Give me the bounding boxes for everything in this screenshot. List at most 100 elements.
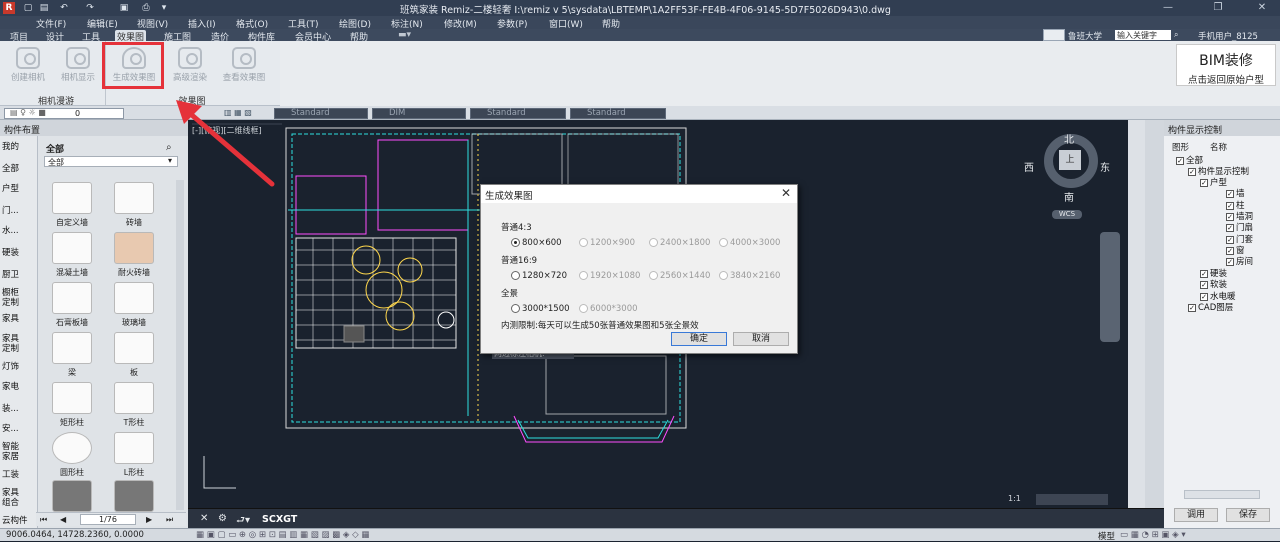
close-icon[interactable]: ✕ <box>1240 0 1280 16</box>
redo-icon[interactable]: ↷ <box>84 2 96 14</box>
minimize-icon[interactable]: — <box>1146 0 1190 16</box>
save-icon[interactable]: ▣ <box>118 2 130 14</box>
tree-item[interactable]: ✓ 户型 <box>1200 176 1227 188</box>
search-input[interactable]: 输入关键字 <box>1115 30 1171 40</box>
category-item[interactable]: 家具组合 <box>2 488 24 508</box>
quick-access-dropdown-icon[interactable]: ▾ <box>158 2 170 14</box>
category-item[interactable]: 装... <box>2 404 36 414</box>
wcs-button[interactable]: WCS <box>1052 210 1082 219</box>
print-icon[interactable]: ⎙ <box>140 2 152 14</box>
category-item[interactable]: 全部 <box>2 164 36 174</box>
close-icon[interactable]: ✕ <box>200 513 208 524</box>
category-item[interactable]: 工装 <box>2 470 36 480</box>
component-tile[interactable]: 板 <box>104 332 164 380</box>
resolution-option[interactable]: 1280×720 <box>511 271 567 281</box>
category-item[interactable]: 硬装 <box>2 248 36 258</box>
camera-display-button[interactable]: 相机显示 <box>54 45 102 91</box>
create-camera-button[interactable]: 创建相机 <box>4 45 52 91</box>
model-tab[interactable]: 模型 <box>1098 530 1115 542</box>
resolution-option[interactable]: 3840×2160 <box>719 271 780 281</box>
resolution-option[interactable]: 6000*3000 <box>579 304 638 314</box>
view-rendering-button[interactable]: 查看效果图 <box>220 45 268 91</box>
component-tile[interactable]: T形柱 <box>104 382 164 430</box>
category-item[interactable]: 灯饰 <box>2 362 36 372</box>
bim-button[interactable]: BIM装修 点击返回原始户型 <box>1176 44 1276 86</box>
drafting-toggles[interactable]: ▦ ▣ ▢ ▭ ⊕ ◎ ⊞ ⊡ ▤ ▥ ▦ ▧ ▨ ▩ ◈ ◇ ▦ <box>196 530 369 540</box>
filter-select[interactable]: 全部 <box>44 156 178 167</box>
category-item[interactable]: 橱柜定制 <box>2 288 24 308</box>
component-tile[interactable]: 矩形柱 <box>42 382 102 430</box>
component-tile[interactable]: 石膏板墙 <box>42 282 102 330</box>
search-icon[interactable]: ⌕ <box>1174 30 1178 40</box>
category-item[interactable]: 家具 <box>2 314 36 324</box>
app-logo-icon[interactable]: R <box>3 2 15 14</box>
layout-icons[interactable] <box>1043 29 1065 41</box>
category-item[interactable]: 云构件 <box>2 516 36 526</box>
component-tile[interactable]: 砖墙 <box>104 182 164 230</box>
resolution-option[interactable]: 800×600 <box>511 238 562 248</box>
category-item[interactable]: 户型 <box>2 184 36 194</box>
undo-icon[interactable]: ↶ <box>58 2 70 14</box>
category-item[interactable]: 我的 <box>2 142 36 152</box>
category-item[interactable]: 门... <box>2 206 36 216</box>
last-page-icon[interactable]: ⏭ <box>166 515 173 525</box>
component-tile[interactable]: 梁 <box>42 332 102 380</box>
navigation-bar[interactable] <box>1100 232 1120 342</box>
open-file-icon[interactable]: ▤ <box>38 2 50 14</box>
next-page-icon[interactable]: ▶ <box>146 515 152 524</box>
dialog-close-icon[interactable]: ✕ <box>781 186 791 200</box>
component-tile[interactable]: 玻璃墙 <box>104 282 164 330</box>
maximize-icon[interactable]: ❐ <box>1196 0 1240 16</box>
resolution-option[interactable]: 1200×900 <box>579 238 635 248</box>
page-indicator[interactable]: 1/76 <box>80 514 136 525</box>
tab-more-icon[interactable]: ▬▾ <box>396 30 413 40</box>
compass-west[interactable]: 西 <box>1024 159 1034 174</box>
component-tile[interactable]: 圆形柱 <box>42 432 102 480</box>
prev-page-icon[interactable]: ◀ <box>60 515 66 524</box>
cancel-button[interactable]: 取消 <box>733 332 789 346</box>
new-file-icon[interactable]: ▢ <box>22 2 34 14</box>
advanced-render-button[interactable]: 高级渲染 <box>166 45 214 91</box>
text-style-select[interactable]: Standard <box>274 108 368 119</box>
tab-rendering[interactable]: 效果图 <box>115 30 147 43</box>
apply-button[interactable]: 调用 <box>1174 508 1218 522</box>
compass-north[interactable]: 北 <box>1064 131 1074 146</box>
canvas-status-icons[interactable] <box>1036 494 1108 505</box>
resolution-option[interactable]: 3000*1500 <box>511 304 570 314</box>
component-tile[interactable]: 耐火砖墙 <box>104 232 164 280</box>
tree-item[interactable]: ✓ CAD图层 <box>1188 301 1233 313</box>
first-page-icon[interactable]: ⏮ <box>40 515 47 525</box>
tree-item[interactable]: ✓ 门扇 <box>1226 221 1253 233</box>
compass-east[interactable]: 东 <box>1100 159 1110 174</box>
table-style-select[interactable]: Standard <box>470 108 566 119</box>
category-item[interactable]: 安... <box>2 424 36 434</box>
resolution-option[interactable]: 4000×3000 <box>719 238 780 248</box>
compass-south[interactable]: 南 <box>1064 189 1074 204</box>
resolution-option[interactable]: 2400×1800 <box>649 238 710 248</box>
modify-toolbar[interactable] <box>1145 120 1164 508</box>
category-item[interactable]: 家电 <box>2 382 36 392</box>
resolution-option[interactable]: 2560×1440 <box>649 271 710 281</box>
command-input[interactable]: SCXGT <box>262 514 297 525</box>
h-scrollbar[interactable] <box>1184 490 1260 499</box>
wrench-icon[interactable]: ⚙ <box>218 513 227 524</box>
category-item[interactable]: 水... <box>2 226 36 236</box>
category-item[interactable]: 家具定制 <box>2 334 24 354</box>
category-item[interactable]: 厨卫 <box>2 270 36 280</box>
status-tray-icons[interactable]: ▭ ▦ ◔ ⊞ ▣ ◈ ▾ <box>1120 530 1186 540</box>
resolution-option[interactable]: 1920×1080 <box>579 271 640 281</box>
tree-item[interactable]: ✓ 软装 <box>1200 278 1227 290</box>
component-tile[interactable]: L形柱 <box>104 432 164 480</box>
dim-style-select[interactable]: DIM <box>372 108 466 119</box>
viewcube-top[interactable]: 上 <box>1059 150 1081 170</box>
component-tile[interactable]: 混凝土墙 <box>42 232 102 280</box>
category-item[interactable]: 智能家居 <box>2 442 24 462</box>
tree-item[interactable]: ✓ 墙 <box>1226 187 1245 199</box>
ok-button[interactable]: 确定 <box>671 332 727 346</box>
annotation-scale[interactable]: 1:1 <box>1008 494 1021 503</box>
tree-item[interactable]: ✓ 房间 <box>1226 255 1253 267</box>
multileader-style-select[interactable]: Standard <box>570 108 666 119</box>
scrollbar[interactable] <box>176 180 184 510</box>
component-tile[interactable]: 自定义墙 <box>42 182 102 230</box>
save-button[interactable]: 保存 <box>1226 508 1270 522</box>
